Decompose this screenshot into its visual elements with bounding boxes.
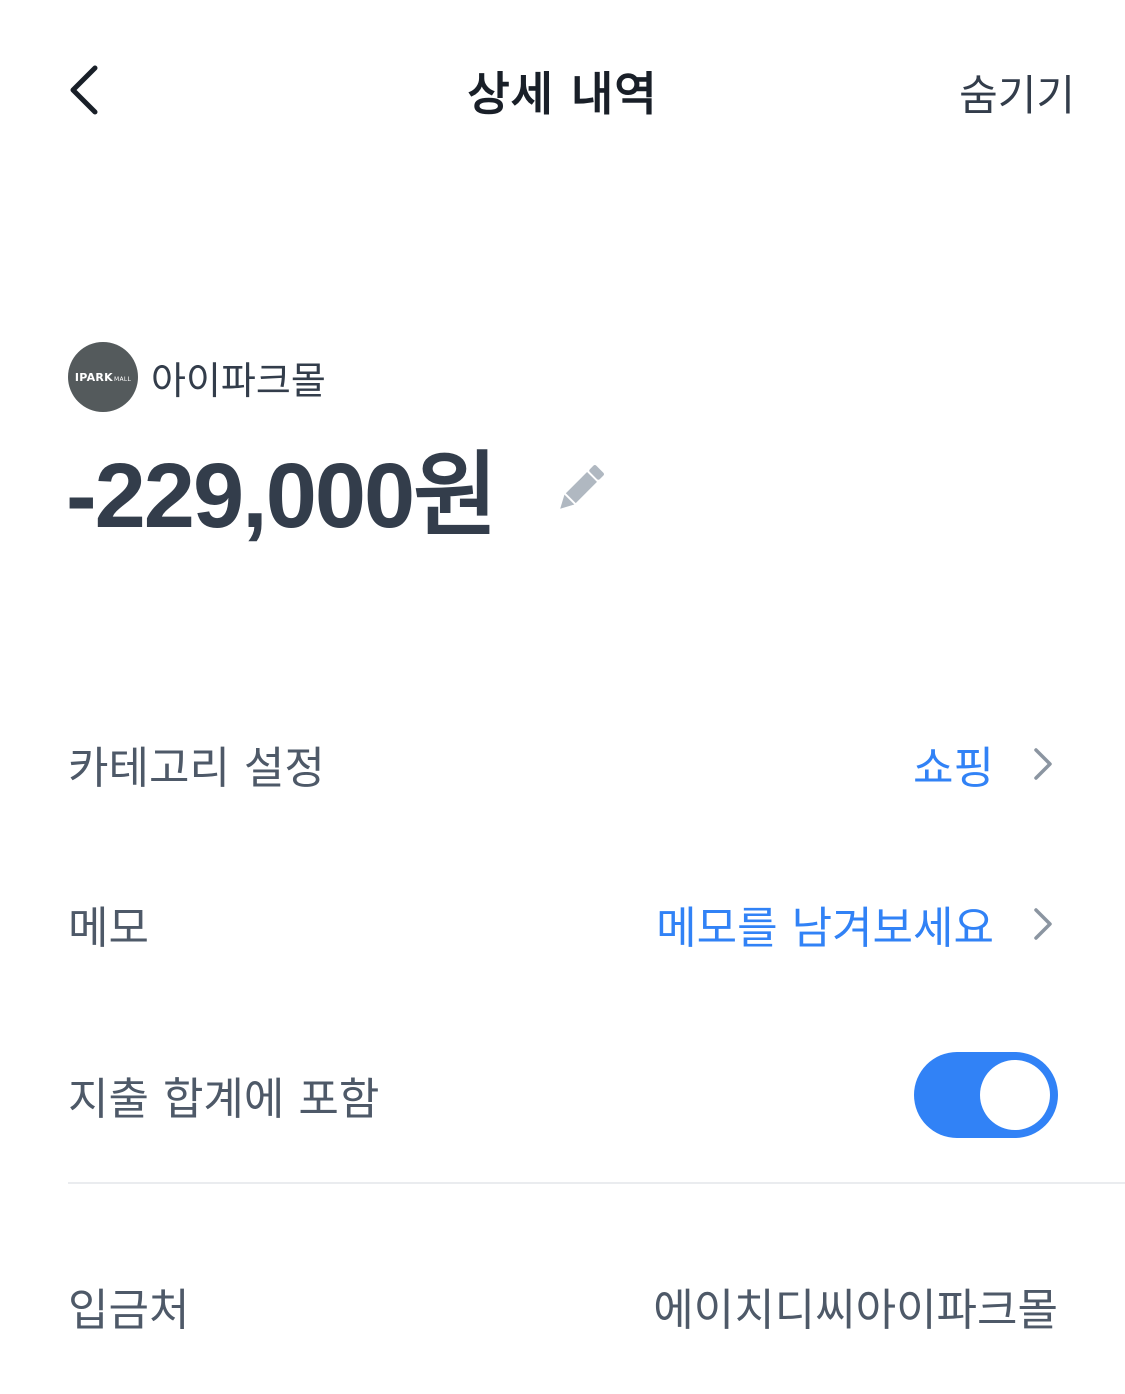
- merchant-name: 아이파크몰: [151, 358, 326, 403]
- top-bar: 상세 내역 숨기기: [0, 0, 1125, 180]
- include-total-label: 지출 합계에 포함: [68, 1074, 380, 1125]
- divider: [68, 1182, 1125, 1184]
- memo-placeholder[interactable]: 메모를 남겨보세요: [656, 892, 994, 956]
- category-label: 카테고리 설정: [68, 743, 325, 794]
- edit-amount-button[interactable]: [548, 457, 612, 521]
- include-total-row: 지출 합계에 포함: [68, 1052, 1058, 1138]
- transaction-amount: -229,000원: [66, 444, 498, 547]
- merchant-logo: IPARKMALL: [68, 342, 138, 412]
- category-row[interactable]: 카테고리 설정 쇼핑: [68, 724, 1058, 804]
- logo-text: IPARK: [74, 370, 113, 384]
- amount-row: -229,000원: [66, 432, 612, 547]
- chevron-right-icon[interactable]: [1028, 744, 1058, 784]
- page-title: 상세 내역: [467, 67, 658, 121]
- chevron-right-icon[interactable]: [1028, 904, 1058, 944]
- merchant-row: IPARKMALL 아이파크몰: [68, 342, 326, 412]
- category-value[interactable]: 쇼핑: [913, 732, 994, 796]
- depositor-row: 입금처 에이치디씨아이파크몰: [68, 1266, 1058, 1346]
- hide-button[interactable]: 숨기기: [959, 62, 1075, 123]
- pencil-icon: [560, 465, 604, 509]
- memo-row[interactable]: 메모 메모를 남겨보세요: [68, 884, 1058, 964]
- memo-label: 메모: [68, 903, 149, 954]
- depositor-value: 에이치디씨아이파크몰: [653, 1285, 1058, 1336]
- depositor-label: 입금처: [68, 1285, 190, 1336]
- toggle-knob: [980, 1060, 1050, 1130]
- include-total-toggle[interactable]: [914, 1052, 1058, 1138]
- logo-subtext: MALL: [113, 375, 132, 383]
